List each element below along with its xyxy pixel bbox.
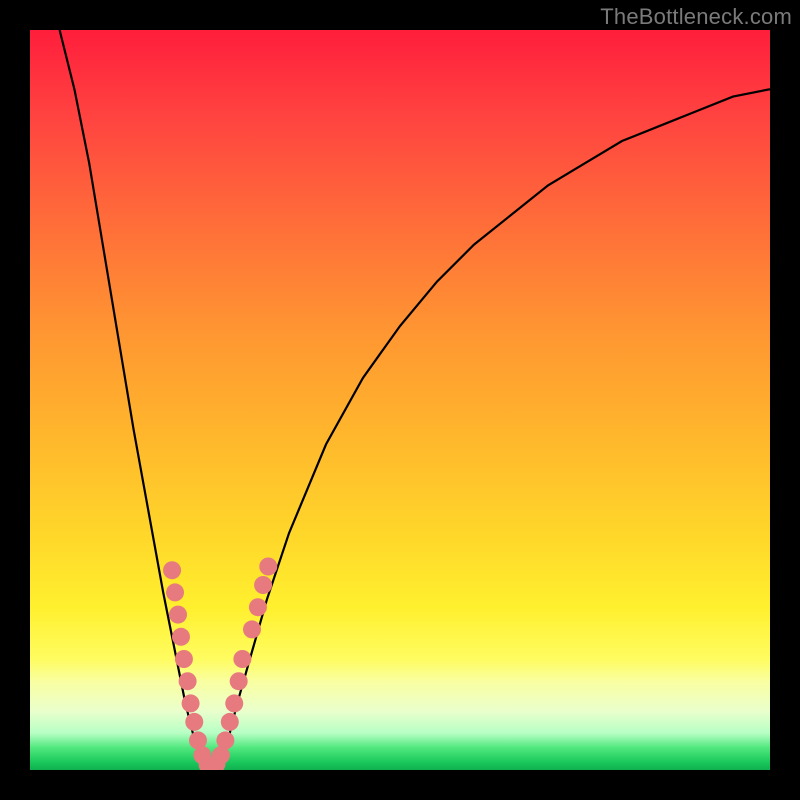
data-marker [233, 650, 251, 668]
data-marker [166, 583, 184, 601]
data-marker [216, 731, 234, 749]
data-marker [230, 672, 248, 690]
data-marker [243, 620, 261, 638]
data-marker [163, 561, 181, 579]
curve-svg [30, 30, 770, 770]
data-marker [185, 713, 203, 731]
chart-frame: TheBottleneck.com [0, 0, 800, 800]
data-marker [259, 558, 277, 576]
data-marker [254, 576, 272, 594]
bottleneck-curve [60, 30, 770, 766]
plot-area [30, 30, 770, 770]
data-marker [225, 694, 243, 712]
watermark-text: TheBottleneck.com [600, 4, 792, 30]
data-marker [221, 713, 239, 731]
data-marker [172, 628, 190, 646]
data-marker [182, 694, 200, 712]
data-marker [249, 598, 267, 616]
data-marker [175, 650, 193, 668]
data-marker [179, 672, 197, 690]
data-marker [169, 606, 187, 624]
curve-markers [163, 558, 277, 771]
